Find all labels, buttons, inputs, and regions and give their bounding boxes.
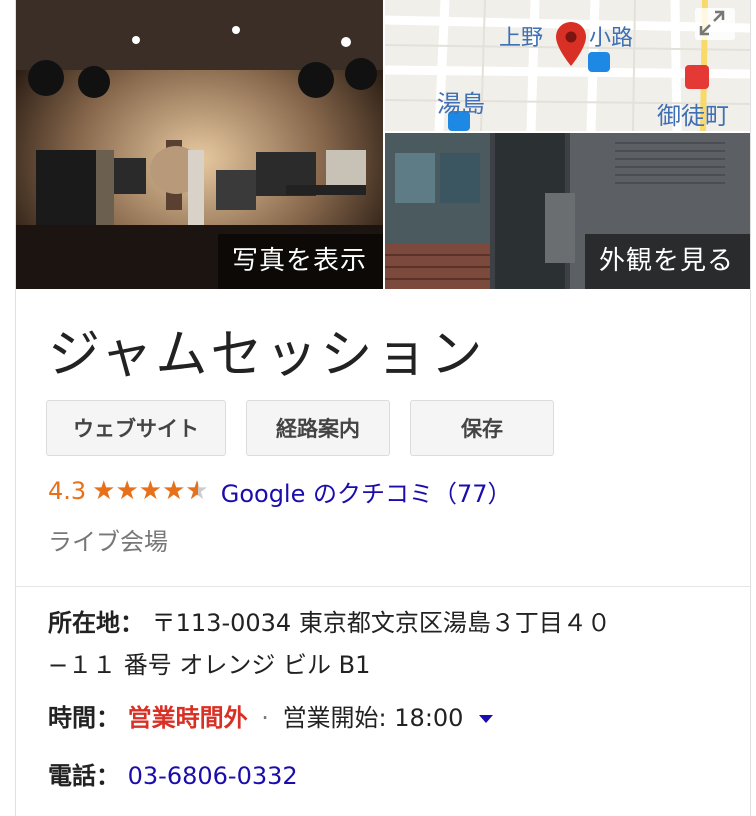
phone-label: 電話：	[48, 762, 120, 790]
address-label: 所在地：	[48, 609, 144, 637]
map-pin-icon	[556, 22, 586, 66]
save-button[interactable]: 保存	[410, 400, 554, 456]
star-icon: ★	[162, 476, 186, 506]
hours-row: 時間： 営業時間外 ⋅ 営業開始: 18:00	[48, 698, 494, 738]
hours-separator: ⋅	[261, 704, 269, 732]
map-thumbnail[interactable]: 上野 小路 湯島 御徒町	[385, 0, 750, 131]
website-button[interactable]: ウェブサイト	[46, 400, 226, 456]
hours-open-time[interactable]: 営業開始: 18:00	[283, 704, 464, 732]
half-star-icon: ★★	[185, 476, 209, 506]
directions-button[interactable]: 経路案内	[246, 400, 390, 456]
map-label-yushima: 湯島	[437, 90, 485, 118]
view-photos-label[interactable]: 写真を表示	[217, 234, 383, 289]
place-category: ライブ会場	[48, 528, 168, 556]
hours-dropdown-icon[interactable]	[479, 715, 494, 723]
venue-photo[interactable]: 写真を表示	[16, 0, 383, 289]
expand-icon[interactable]	[695, 6, 729, 40]
place-title: ジャムセッション	[48, 325, 486, 385]
star-icon: ★	[115, 476, 139, 506]
reviews-link[interactable]: Google のクチコミ（77）	[221, 474, 512, 509]
address-line-2: −１１ 番号 オレンジ ビル B1	[48, 651, 371, 679]
map-label-okachimachi: 御徒町	[657, 102, 729, 130]
rating-row: 4.3 ★ ★ ★ ★ ★★ Google のクチコミ（77）	[48, 474, 512, 508]
map-label-koji: 小路	[589, 26, 634, 51]
address-row: 所在地： 〒113-0034 東京都文京区湯島３丁目４０ −１１ 番号 オレンジ…	[48, 602, 698, 686]
phone-link[interactable]: 03-6806-0332	[128, 762, 298, 790]
knowledge-panel: 写真を表示 上野 小路 湯島 御徒町 外観を見る ジャムセッション ウェブサイト…	[15, 0, 751, 816]
phone-row: 電話： 03-6806-0332	[48, 756, 298, 796]
hours-label: 時間：	[48, 704, 120, 732]
view-exterior-label[interactable]: 外観を見る	[584, 234, 750, 289]
exterior-photo[interactable]: 外観を見る	[385, 133, 750, 289]
star-icon: ★	[138, 476, 163, 506]
rating-value: 4.3	[48, 477, 87, 505]
map-label-ueno: 上野	[499, 26, 544, 51]
star-rating: ★ ★ ★ ★ ★★	[92, 478, 209, 504]
hours-status: 営業時間外	[127, 704, 248, 732]
address-line-1: 〒113-0034 東京都文京区湯島３丁目４０	[151, 609, 611, 637]
divider	[16, 586, 750, 587]
star-icon: ★	[92, 476, 116, 506]
